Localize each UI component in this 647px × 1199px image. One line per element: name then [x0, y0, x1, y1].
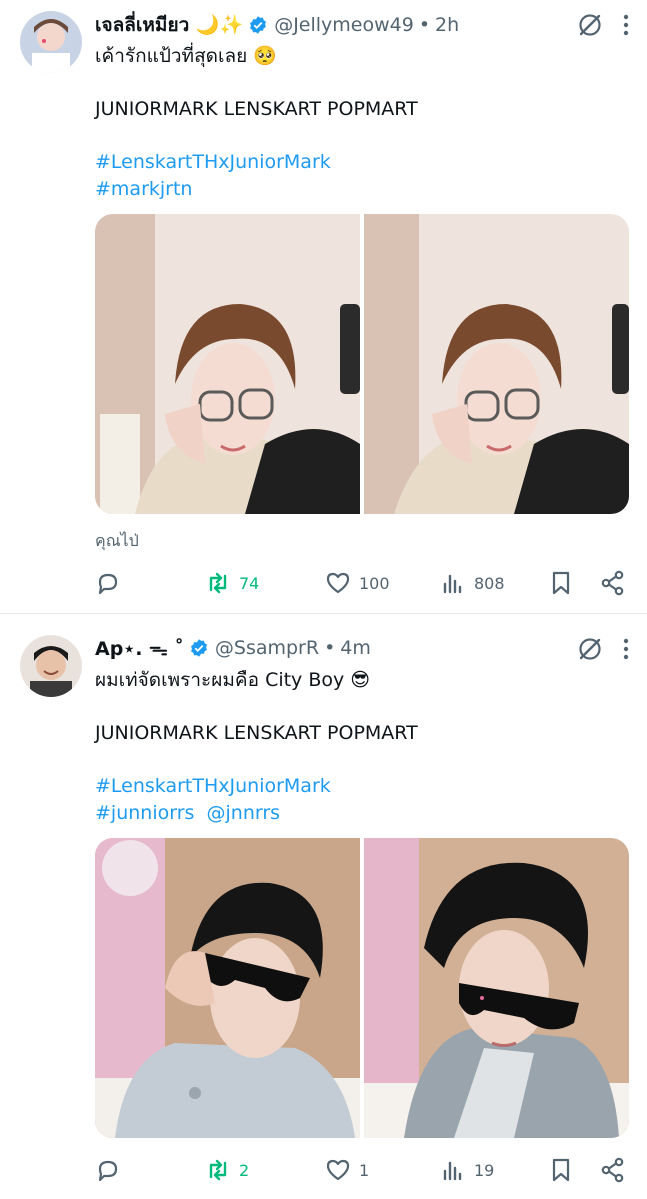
tweet-photo[interactable] [364, 838, 629, 1138]
like-count: 1 [359, 1160, 370, 1180]
tweet[interactable]: Ap⋆. ᯓ ˚ @SsamprR • 4m ผมเท่จัดเพราะผมคื… [0, 614, 647, 1199]
tweet-header: Ap⋆. ᯓ ˚ @SsamprR • 4m [95, 634, 587, 662]
like-button[interactable]: 1 [325, 1155, 369, 1185]
media-grid [95, 214, 629, 514]
reply-button[interactable] [95, 568, 121, 598]
action-bar: 74 100 808 [95, 568, 629, 598]
verified-badge-icon [250, 16, 267, 34]
timestamp[interactable]: 2h [435, 14, 459, 36]
tweet-top-actions [577, 636, 629, 662]
tweet-photo[interactable] [95, 838, 360, 1138]
views-button[interactable]: 19 [440, 1155, 494, 1185]
retweet-icon [209, 572, 227, 594]
views-button[interactable]: 808 [440, 568, 505, 598]
like-count: 100 [359, 573, 390, 593]
reply-icon [98, 573, 118, 595]
share-icon [601, 1157, 624, 1183]
verified-badge-icon [190, 639, 207, 657]
hashtag-link[interactable]: #LenskartTHxJuniorMark [95, 151, 331, 173]
like-button[interactable]: 100 [325, 568, 390, 598]
grok-icon[interactable] [577, 12, 603, 38]
retweet-button[interactable]: 2 [205, 1155, 249, 1185]
retweet-icon [209, 1159, 227, 1181]
tweet-text-line: ผมเท่จัดเพราะผมคือ City Boy 😎 [95, 669, 371, 691]
hashtag-link[interactable]: #LenskartTHxJuniorMark [95, 775, 331, 797]
reply-icon [98, 1160, 118, 1182]
tweet-photo[interactable] [364, 214, 629, 514]
hashtag-link[interactable]: #markjrtn [95, 178, 192, 200]
bookmark-icon [552, 1158, 570, 1182]
tweet-text-line: JUNIORMARK LENSKART POPMART [95, 722, 418, 744]
share-button[interactable] [600, 568, 626, 598]
grok-icon[interactable] [577, 636, 603, 662]
tweet-header: เจลลี่เหมียว 🌙✨ @Jellymeow49 • 2h [95, 11, 587, 39]
views-count: 808 [474, 573, 505, 593]
share-icon [601, 570, 624, 596]
hashtag-link[interactable]: #junniorrs [95, 802, 194, 824]
views-count: 19 [474, 1160, 495, 1180]
display-name[interactable]: Ap⋆. ᯓ ˚ [95, 635, 184, 661]
bookmark-button[interactable] [548, 1155, 574, 1185]
retweet-button[interactable]: 74 [205, 568, 259, 598]
bookmark-icon [552, 571, 570, 595]
mention-link[interactable]: @jnnrrs [207, 802, 281, 824]
tweet-text-line: เค้ารักแป้วที่สุดเลย 🥺 [95, 45, 277, 67]
like-icon [326, 572, 350, 594]
views-icon [443, 574, 462, 594]
tweet-text: ผมเท่จัดเพราะผมคือ City Boy 😎 JUNIORMARK… [95, 667, 627, 827]
display-name[interactable]: เจลลี่เหมียว 🌙✨ [95, 10, 243, 40]
avatar[interactable] [20, 11, 82, 73]
separator-dot: • [324, 637, 336, 659]
like-icon [326, 1159, 350, 1181]
tweet-photo[interactable] [95, 214, 360, 514]
avatar[interactable] [20, 635, 82, 697]
tweet-top-actions [577, 12, 629, 38]
more-icon[interactable] [623, 638, 629, 660]
user-handle[interactable]: @Jellymeow49 [274, 14, 414, 36]
retweet-count: 2 [239, 1160, 250, 1180]
translate-label[interactable]: คุณไป่ [95, 529, 139, 554]
reply-button[interactable] [95, 1155, 121, 1185]
share-button[interactable] [600, 1155, 626, 1185]
media-grid [95, 838, 629, 1138]
action-bar: 2 1 19 [95, 1155, 629, 1185]
tweet-text: เค้ารักแป้วที่สุดเลย 🥺 JUNIORMARK LENSKA… [95, 43, 627, 203]
tweet[interactable]: เจลลี่เหมียว 🌙✨ @Jellymeow49 • 2h เค้ารั… [0, 0, 647, 614]
bookmark-button[interactable] [548, 568, 574, 598]
user-handle[interactable]: @SsamprR [215, 637, 319, 659]
retweet-count: 74 [239, 573, 260, 593]
timestamp[interactable]: 4m [340, 637, 371, 659]
views-icon [443, 1161, 462, 1181]
separator-dot: • [418, 14, 431, 36]
more-icon[interactable] [623, 14, 629, 36]
tweet-text-line: JUNIORMARK LENSKART POPMART [95, 98, 418, 120]
